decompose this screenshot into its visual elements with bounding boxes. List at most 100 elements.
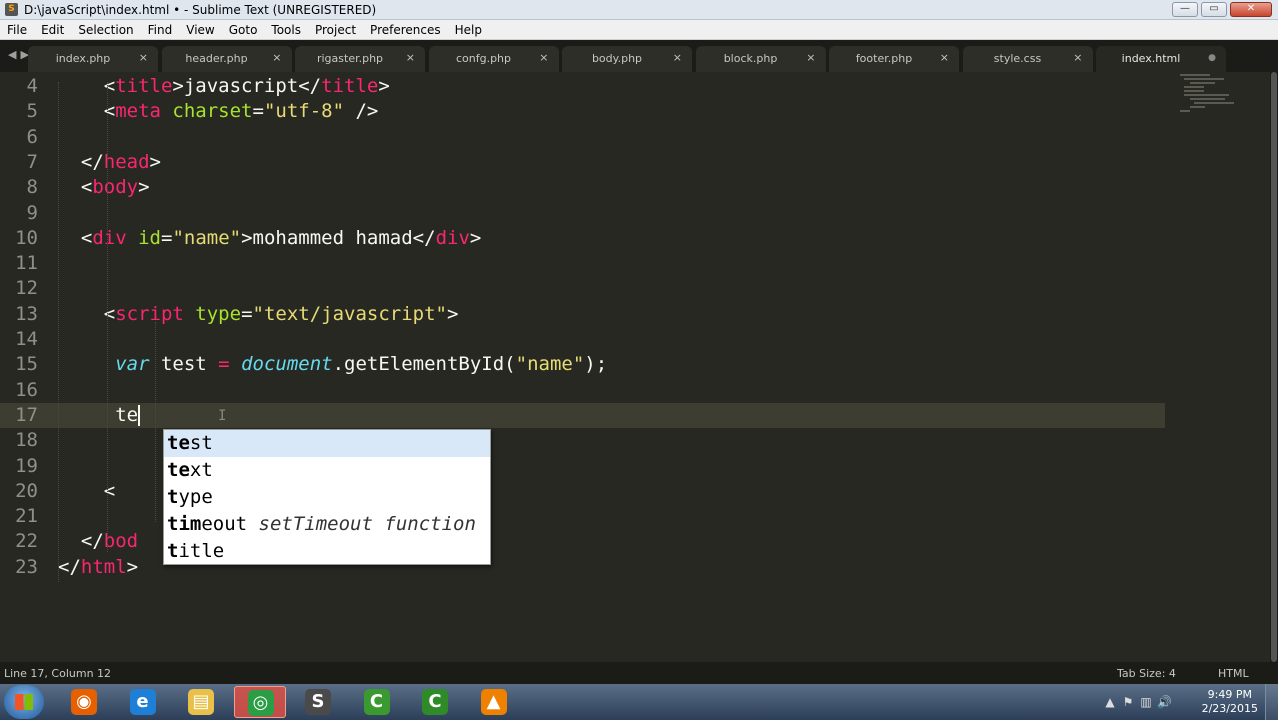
tab-label: footer.php [855, 52, 913, 65]
taskbar-camtasia-recorder[interactable]: C [409, 686, 461, 718]
code-token: div [92, 226, 127, 249]
tab-block-php[interactable]: block.php × [695, 46, 826, 72]
taskbar-camtasia[interactable]: C [351, 686, 403, 718]
tab-close-icon[interactable]: × [139, 51, 148, 64]
start-button[interactable] [4, 685, 44, 719]
clock-time: 9:49 PM [1207, 688, 1252, 701]
show-hidden-icons-icon[interactable]: ▲ [1103, 695, 1117, 709]
chrome-icon: ◎ [247, 690, 274, 716]
code-token: title [321, 75, 379, 97]
menu-edit[interactable]: Edit [34, 20, 71, 39]
taskbar-file-explorer[interactable]: ▤ [175, 686, 227, 718]
tab-index-html[interactable]: index.html ● [1096, 46, 1226, 72]
syntax-indicator[interactable]: HTML [1218, 667, 1249, 680]
line-code: <div id="name">mohammed hamad</div> [58, 226, 481, 251]
system-clock[interactable]: 9:49 PM 2/23/2015 [1202, 688, 1258, 716]
taskbar-firefox[interactable]: ◉ [58, 686, 110, 718]
tab-close-icon[interactable]: × [539, 51, 548, 64]
code-token: /> [344, 100, 379, 123]
autocomplete-item[interactable]: text [164, 457, 490, 484]
windows-taskbar: 9:49 PM 2/23/2015 ▲ ⚑ ▥ 🔊 ◉ e ▤ ◎ S C C ▲ [0, 684, 1278, 720]
cursor-position: Line 17, Column 12 [4, 667, 112, 680]
maximize-button[interactable]: ▭ [1201, 2, 1227, 17]
autocomplete-item[interactable]: test [164, 430, 490, 457]
completion-match: tim [167, 513, 202, 535]
tab-confg-php[interactable]: confg.php × [428, 46, 559, 72]
menu-help[interactable]: Help [448, 20, 489, 39]
tab-close-icon[interactable]: × [673, 51, 682, 64]
tab-close-icon[interactable]: × [1073, 51, 1082, 64]
autocomplete-item[interactable]: title [164, 538, 490, 565]
menu-selection[interactable]: Selection [71, 20, 140, 39]
menu-preferences[interactable]: Preferences [363, 20, 448, 39]
unsaved-dot-icon[interactable]: ● [1208, 53, 1216, 63]
code-token: script [115, 302, 184, 325]
text-caret [138, 404, 141, 426]
status-bar: Line 17, Column 12 Tab Size: 4 HTML [0, 662, 1278, 684]
code-token: test [149, 353, 219, 376]
minimap[interactable] [1170, 72, 1255, 122]
autocomplete-item[interactable]: type [164, 484, 490, 511]
editor-scrollbar[interactable] [1270, 72, 1278, 662]
action-center-icon[interactable]: ⚑ [1121, 695, 1135, 709]
autocomplete-popup[interactable]: test text type timeout setTimeout function t… [163, 429, 491, 565]
menu-file[interactable]: File [0, 20, 34, 39]
indent-guide [107, 82, 108, 552]
close-button[interactable]: ✕ [1230, 2, 1272, 17]
tab-body-php[interactable]: body.php × [562, 46, 692, 72]
line-number: 15 [15, 353, 38, 376]
indent-guide [155, 322, 156, 522]
menu-find[interactable]: Find [141, 20, 180, 39]
tab-footer-php[interactable]: footer.php × [829, 46, 959, 72]
menu-goto[interactable]: Goto [222, 20, 265, 39]
taskbar-sublime-text[interactable]: S [292, 686, 344, 718]
show-desktop-button[interactable] [1265, 684, 1278, 720]
minimap-line [1194, 102, 1234, 104]
code-token: </ [58, 530, 104, 553]
tab-header-php[interactable]: header.php × [161, 46, 292, 72]
minimap-line [1184, 86, 1204, 88]
volume-icon[interactable]: 🔊 [1157, 695, 1172, 709]
tab-close-icon[interactable]: × [406, 51, 415, 64]
clock-date: 2/23/2015 [1201, 702, 1258, 715]
taskbar-internet-explorer[interactable]: e [117, 686, 169, 718]
code-line: 7 </head> [0, 150, 1165, 175]
menu-view[interactable]: View [179, 20, 221, 39]
code-line: 4 <title>javascript</title> [0, 74, 1165, 99]
tab-style-css[interactable]: style.css × [962, 46, 1093, 72]
taskbar-vlc[interactable]: ▲ [468, 686, 520, 718]
code-editor[interactable]: 4 <title>javascript</title> 5 <meta chars… [0, 72, 1270, 662]
line-code: </bod [58, 529, 138, 554]
minimize-button[interactable]: — [1172, 2, 1198, 17]
menu-tools[interactable]: Tools [264, 20, 308, 39]
scrollbar-thumb[interactable] [1271, 72, 1277, 662]
code-token: "utf-8" [263, 100, 345, 123]
tab-index-php[interactable]: index.php × [28, 46, 158, 72]
tab-size-indicator[interactable]: Tab Size: 4 [1117, 667, 1176, 680]
network-icon[interactable]: ▥ [1139, 695, 1153, 709]
line-number: 7 [26, 150, 38, 173]
minimap-line [1190, 98, 1225, 100]
code-token: ); [584, 353, 608, 376]
code-line: 14 [0, 327, 1165, 352]
code-token: .getElementById( [332, 353, 516, 376]
code-token: > [138, 176, 150, 199]
taskbar-chrome[interactable]: ◎ [233, 686, 286, 718]
line-number: 17 [15, 403, 38, 426]
tab-rigaster-php[interactable]: rigaster.php × [295, 46, 425, 72]
line-code: </head> [58, 150, 161, 175]
line-number: 8 [26, 176, 38, 199]
autocomplete-item[interactable]: timeout setTimeout function [164, 511, 490, 538]
menu-project[interactable]: Project [308, 20, 363, 39]
code-token: < [58, 176, 93, 199]
code-token: >mohammed hamad</ [241, 226, 436, 249]
code-token: = [252, 100, 264, 123]
line-number: 23 [15, 555, 38, 578]
tab-close-icon[interactable]: × [272, 51, 281, 64]
line-number: 18 [15, 429, 38, 452]
tab-close-icon[interactable]: × [940, 51, 949, 64]
minimap-line [1190, 82, 1215, 84]
tab-bar: ◀▶ index.php × header.php × rigaster.php × con… [0, 40, 1278, 72]
tab-close-icon[interactable]: × [806, 51, 815, 64]
